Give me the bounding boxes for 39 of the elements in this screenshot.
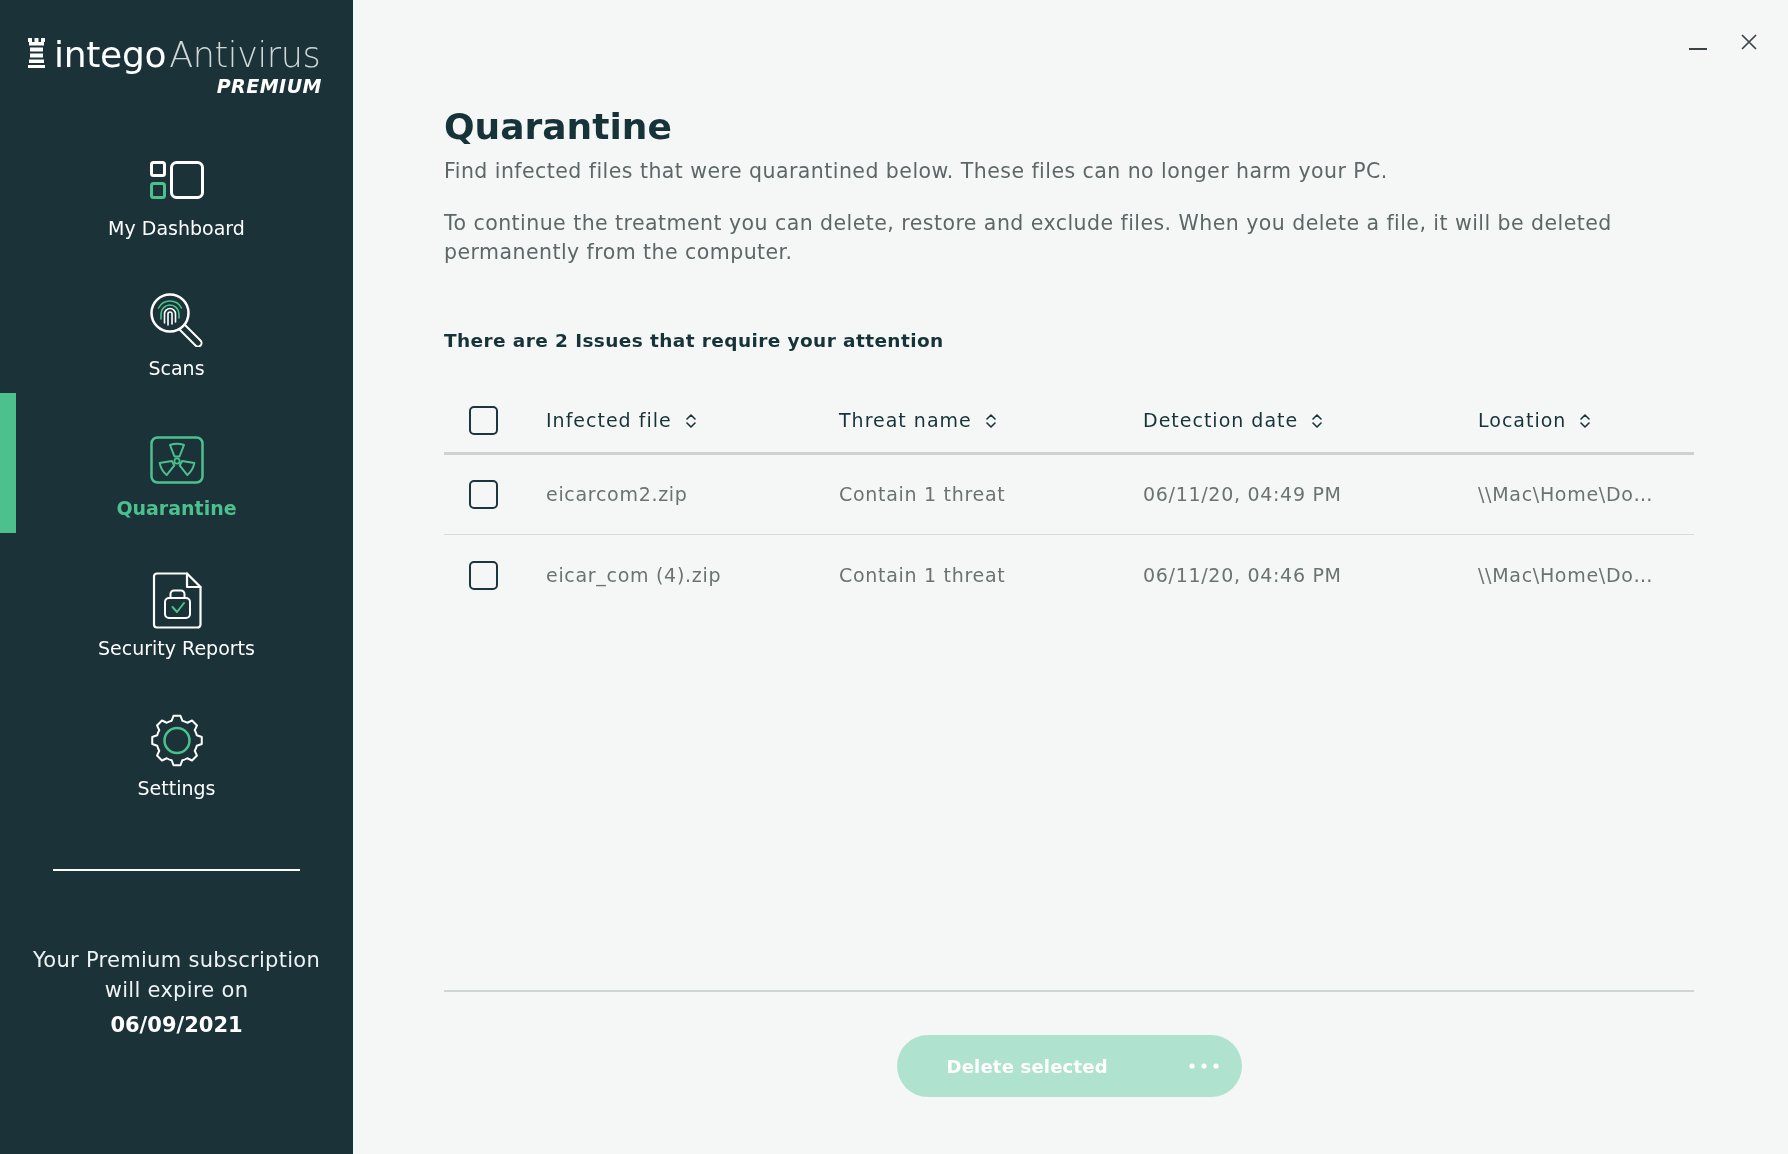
table-cell-text: 06/11/20, 04:49 PM — [1143, 482, 1342, 508]
table-cell-text: Contain 1 threat — [839, 562, 1006, 588]
issues-heading: There are 2 Issues that require your attention — [444, 329, 945, 353]
radiation-icon — [149, 436, 204, 484]
close-button[interactable] — [1741, 34, 1757, 50]
sidebar-item[interactable]: Quarantine — [0, 393, 353, 533]
sidebar-item[interactable]: Security Reports — [0, 533, 353, 673]
tower-icon — [28, 38, 45, 68]
product-name: Antivirus — [169, 38, 321, 73]
table-cell-text: Contain 1 threat — [839, 482, 1006, 508]
edition-label: PREMIUM — [216, 75, 322, 97]
brand-name: intego — [54, 37, 167, 73]
table-cell-text: eicar_com (4).zip — [546, 562, 722, 589]
column-header[interactable]: Location — [1478, 406, 1591, 435]
checkbox[interactable] — [469, 480, 498, 509]
sidebar-item[interactable]: Scans — [0, 253, 353, 393]
table-cell-text: \\Mac\Home\Do… — [1478, 482, 1654, 508]
table-cell-text: \\Mac\Home\Do… — [1478, 562, 1654, 588]
minimize-icon — [1689, 48, 1707, 50]
page-description: To continue the treatment you can delete, restore and exclude files. When you delete a file, it will be deleted permanently from the computer. — [444, 210, 1613, 266]
table-cell-text: eicarcom2.zip — [546, 482, 688, 508]
more-icon — [1188, 1063, 1219, 1069]
sidebar-item[interactable]: My Dashboard — [0, 113, 353, 253]
sidebar-item[interactable]: Settings — [0, 673, 353, 813]
fingerprint-search-icon — [149, 293, 204, 347]
subscription-message: Your Premium subscription will expire on — [31, 947, 322, 1004]
expiry-date: 06/09/2021 — [109, 1012, 244, 1039]
close-icon — [1741, 34, 1757, 50]
dashboard-icon — [149, 161, 204, 199]
report-document-icon — [151, 571, 202, 629]
checkbox[interactable] — [469, 406, 498, 435]
column-header[interactable]: Threat name — [839, 406, 996, 435]
page-description: Find infected files that were quarantined below. These files can no longer harm your PC. — [444, 158, 1389, 185]
column-header[interactable]: Detection date — [1143, 406, 1323, 435]
page-title: Quarantine — [444, 105, 673, 149]
column-header[interactable]: Infected file — [546, 406, 696, 435]
settings-icon — [149, 713, 204, 767]
table-cell-text: 06/11/20, 04:46 PM — [1143, 562, 1342, 588]
checkbox[interactable] — [469, 560, 498, 590]
